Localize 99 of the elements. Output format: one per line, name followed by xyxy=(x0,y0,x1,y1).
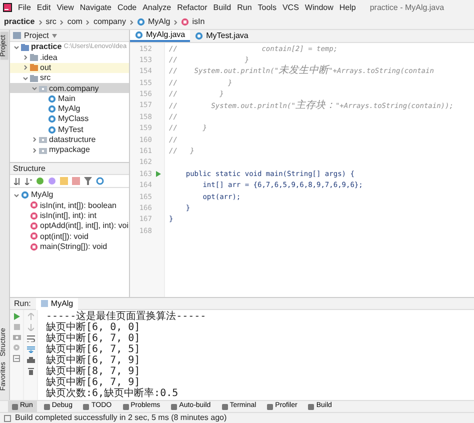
breadcrumb-item[interactable]: com xyxy=(67,17,82,27)
breadcrumb-item[interactable]: practice xyxy=(4,17,35,27)
run-icon[interactable] xyxy=(156,170,161,177)
class-icon xyxy=(195,32,204,40)
console-output-line: 缺页中断[6, 0, 0] xyxy=(46,322,142,333)
tree-item[interactable]: opt(int[]): void xyxy=(40,232,88,242)
package-folder-icon xyxy=(39,146,47,154)
menu-item[interactable]: Code xyxy=(117,2,137,12)
tree-item[interactable]: optAdd(int[], int[], int): voi xyxy=(40,221,128,231)
method-icon xyxy=(30,232,38,240)
stop-icon xyxy=(14,324,20,330)
tree-item[interactable]: mypackage xyxy=(49,145,90,155)
tool-icon xyxy=(83,404,90,410)
class-icon xyxy=(21,191,29,200)
menu-item[interactable]: Window xyxy=(304,2,334,12)
console-output-line: 缺页中断[6, 7, 9] xyxy=(46,355,142,366)
tree-item[interactable]: MyClass xyxy=(58,114,89,124)
method-icon xyxy=(181,18,190,26)
tool-icon xyxy=(44,404,50,410)
down-arrow-icon xyxy=(28,324,34,331)
tree-item[interactable]: MyAlg xyxy=(58,104,80,114)
console-output-line: -----这是最佳页面置换算法----- xyxy=(46,311,206,322)
folder-icon xyxy=(30,54,38,61)
separator-icon xyxy=(173,20,178,24)
tool-icon xyxy=(308,404,314,410)
menu-item[interactable]: View xyxy=(56,2,74,12)
console-output-line: 缺页中断[6, 7, 9] xyxy=(46,377,140,388)
tool-icon xyxy=(171,404,178,410)
tool-icon xyxy=(122,404,129,410)
separator-icon xyxy=(59,20,64,24)
package-folder-icon xyxy=(39,84,47,92)
console-output-line: 缺页中断[6, 7, 0] xyxy=(46,333,142,344)
tree-item[interactable]: Main xyxy=(58,94,76,104)
status-text: Build completed successfully in 2 sec, 5 ms (8 minutes ago) xyxy=(15,413,227,423)
editor-tab[interactable]: MyTest.java xyxy=(190,30,254,42)
dropdown-caret-icon[interactable] xyxy=(52,34,57,38)
app-logo-icon xyxy=(3,3,12,12)
tree-item[interactable]: main(String[]): void xyxy=(40,242,108,252)
method-icon xyxy=(30,242,38,251)
menu-item[interactable]: VCS xyxy=(282,2,299,12)
sort-icon xyxy=(14,178,21,184)
panel-title[interactable]: Project xyxy=(24,30,49,40)
tree-item[interactable]: datastructure xyxy=(49,135,96,145)
menu-item[interactable]: Tools xyxy=(258,2,276,12)
tool-icon xyxy=(222,404,228,410)
run-config-icon xyxy=(40,300,48,307)
menu-item[interactable]: Analyze xyxy=(142,2,172,12)
folder-icon xyxy=(30,74,38,82)
filter-icon xyxy=(96,177,104,185)
trash-icon xyxy=(28,368,34,375)
menu-item[interactable]: File xyxy=(18,2,31,12)
menu-item[interactable]: Run xyxy=(237,2,252,12)
breadcrumb-item[interactable]: company xyxy=(93,17,126,27)
separator-icon xyxy=(85,20,90,24)
breadcrumb-item[interactable]: MyAlg xyxy=(148,17,170,27)
print-icon xyxy=(26,357,34,364)
separator-icon xyxy=(38,20,43,24)
tree-item[interactable]: isIn(int, int[]): boolean xyxy=(40,200,116,210)
menu-item[interactable]: Navigate xyxy=(80,2,112,12)
menu-item[interactable]: Refactor xyxy=(177,2,208,12)
menu-item[interactable]: Build xyxy=(213,2,232,12)
run-icon xyxy=(14,313,20,320)
panel-view-icon xyxy=(13,32,21,39)
editor-tab[interactable]: MyAlg.java xyxy=(130,30,190,42)
folder-icon xyxy=(30,64,38,72)
tree-item[interactable]: out xyxy=(40,62,52,73)
console-output-line: 缺页次数:6,缺页中断率:0.5 xyxy=(46,388,180,399)
tree-item[interactable]: .idea xyxy=(40,52,58,62)
tree-item[interactable]: MyTest xyxy=(58,124,84,134)
tree-item[interactable]: src xyxy=(40,73,51,83)
project-folder-icon xyxy=(21,44,29,51)
separator-icon xyxy=(128,20,134,24)
tool-icon xyxy=(12,404,18,410)
method-icon xyxy=(30,201,38,210)
menu-item[interactable]: Edit xyxy=(36,2,51,12)
tree-item[interactable]: MyAlg xyxy=(31,190,54,200)
breadcrumb-item[interactable]: src xyxy=(46,17,56,27)
camera-icon xyxy=(12,334,20,340)
panel-label: Run: xyxy=(14,298,31,308)
sort-icon xyxy=(25,178,32,184)
window-title: practice - MyAlg.java xyxy=(370,2,444,12)
package-folder-icon xyxy=(39,136,47,144)
status-icon xyxy=(4,414,11,422)
up-arrow-icon xyxy=(28,313,34,320)
console-tab[interactable]: MyAlg xyxy=(36,298,78,310)
scroll-end-icon xyxy=(26,346,34,353)
soft-wrap-icon xyxy=(26,335,34,342)
tool-icon xyxy=(267,404,274,410)
menu-item[interactable]: Help xyxy=(339,2,356,12)
tree-item[interactable]: isIn(int[], int): int xyxy=(40,210,96,221)
breadcrumb-item[interactable]: isIn xyxy=(192,17,205,27)
tree-item[interactable]: practice xyxy=(31,42,62,52)
funnel-icon xyxy=(84,177,92,185)
console-output-line: 缺页中断[6, 7, 5] xyxy=(46,344,142,355)
console-output-line: 缺页中断[8, 7, 9] xyxy=(46,366,142,377)
method-icon xyxy=(30,222,38,230)
exit-icon xyxy=(13,355,20,362)
settings-icon xyxy=(13,344,20,351)
method-icon xyxy=(30,212,38,220)
